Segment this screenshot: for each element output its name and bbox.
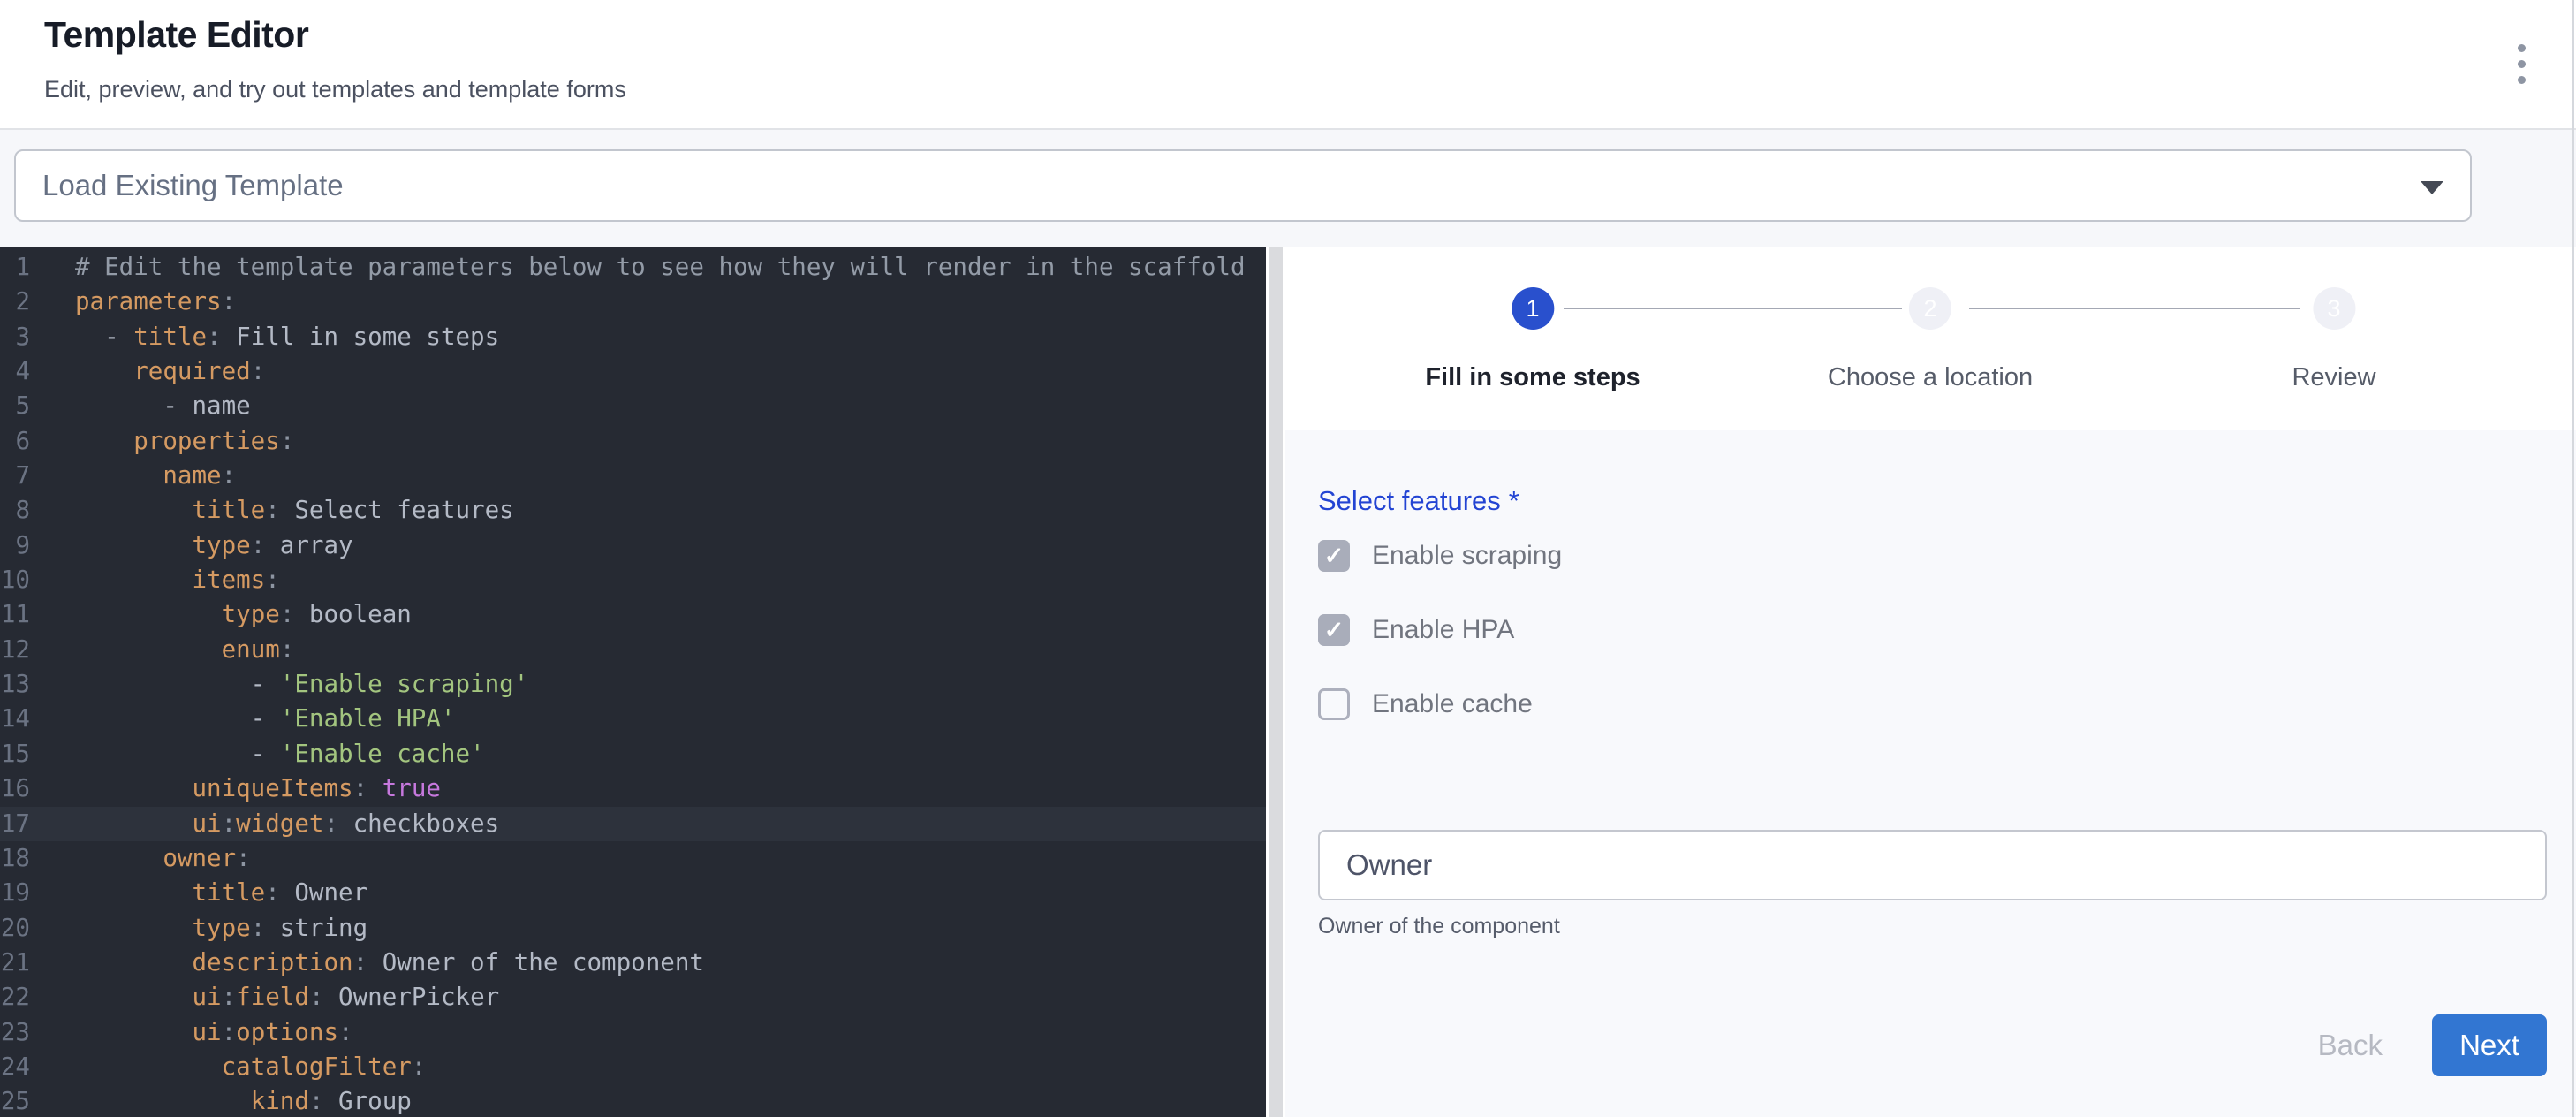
code-line: 25 kind: Group (0, 1084, 1266, 1117)
code-line: 3 - title: Fill in some steps (0, 320, 1266, 354)
stepper-step: 3 Review (2292, 287, 2375, 392)
line-number: 24 (0, 1050, 30, 1084)
line-number: 25 (0, 1084, 30, 1117)
code-line: 23 ui:options: (0, 1015, 1266, 1050)
next-button[interactable]: Next (2432, 1014, 2547, 1076)
step-number-badge: 3 (2313, 287, 2355, 330)
code-line: 15 - 'Enable cache' (0, 737, 1266, 771)
form-panel: Select features* ✓ Enable scraping ✓ Enable… (1285, 430, 2576, 1117)
line-number: 13 (0, 667, 30, 702)
line-number: 17 (0, 807, 30, 841)
template-loader-bar: Load Existing Template (0, 130, 2576, 247)
wizard-stepper: 1 Fill in some steps 2 Choose a location 3 Re… (1285, 247, 2576, 430)
code-line: 1# Edit the template parameters below to… (0, 250, 1266, 285)
checkbox-row[interactable]: Enable cache (1318, 688, 2547, 720)
line-number: 10 (0, 563, 30, 597)
code-line: 16 uniqueItems: true (0, 771, 1266, 806)
code-line: 6 properties: (0, 424, 1266, 459)
code-line: 17 ui:widget: checkboxes (0, 807, 1266, 841)
line-number: 7 (0, 459, 30, 493)
line-number: 12 (0, 633, 30, 667)
line-number: 21 (0, 946, 30, 980)
code-line: 24 catalogFilter: (0, 1050, 1266, 1084)
line-number: 23 (0, 1015, 30, 1050)
split-resize-handle[interactable] (1269, 247, 1283, 1117)
line-number: 9 (0, 528, 30, 563)
step-label: Fill in some steps (1425, 363, 1640, 392)
code-line: 7 name: (0, 459, 1266, 493)
owner-input[interactable]: Owner (1318, 830, 2547, 900)
code-line: 4 required: (0, 354, 1266, 389)
load-template-placeholder: Load Existing Template (16, 169, 344, 202)
page-subtitle: Edit, preview, and try out templates and… (44, 76, 626, 103)
checkbox-unchecked[interactable] (1318, 688, 1350, 720)
line-number: 22 (0, 980, 30, 1014)
owner-input-label: Owner (1320, 848, 1432, 882)
line-number: 8 (0, 493, 30, 528)
required-marker: * (1509, 485, 1519, 516)
code-line: 14 - 'Enable HPA' (0, 702, 1266, 736)
checkbox-label[interactable]: Enable HPA (1372, 615, 1514, 645)
stepper-step: 2 Choose a location (1828, 287, 2033, 392)
back-button[interactable]: Back (2304, 1020, 2397, 1071)
step-number-badge: 1 (1512, 287, 1554, 330)
load-template-select[interactable]: Load Existing Template (14, 149, 2472, 222)
code-line: 2parameters: (0, 285, 1266, 319)
line-number: 5 (0, 389, 30, 423)
checkbox-checked[interactable]: ✓ (1318, 540, 1350, 572)
line-number: 6 (0, 424, 30, 459)
code-line: 21 description: Owner of the component (0, 946, 1266, 980)
code-line: 9 type: array (0, 528, 1266, 563)
checkbox-group: ✓ Enable scraping ✓ Enable HPA Enable cache (1318, 540, 2547, 763)
checkbox-label[interactable]: Enable cache (1372, 689, 1533, 719)
line-number: 19 (0, 876, 30, 910)
checkbox-checked[interactable]: ✓ (1318, 614, 1350, 646)
code-line: 12 enum: (0, 633, 1266, 667)
stepper-step: 1 Fill in some steps (1425, 287, 1640, 392)
code-line: 10 items: (0, 563, 1266, 597)
code-line: 11 type: boolean (0, 597, 1266, 632)
kebab-menu-icon[interactable] (2500, 42, 2542, 85)
checkbox-row[interactable]: ✓ Enable HPA (1318, 614, 2547, 646)
code-line: 19 title: Owner (0, 876, 1266, 910)
code-line: 18 owner: (0, 841, 1266, 876)
code-editor[interactable]: 1# Edit the template parameters below to… (0, 247, 1266, 1117)
line-number: 1 (0, 250, 30, 285)
code-line: 22 ui:field: OwnerPicker (0, 980, 1266, 1014)
code-line: 13 - 'Enable scraping' (0, 667, 1266, 702)
checkbox-row[interactable]: ✓ Enable scraping (1318, 540, 2547, 572)
step-label: Choose a location (1828, 363, 2033, 392)
line-number: 11 (0, 597, 30, 632)
line-number: 18 (0, 841, 30, 876)
code-line: 8 title: Select features (0, 493, 1266, 528)
line-number: 3 (0, 320, 30, 354)
page-header: Template Editor Edit, preview, and try o… (0, 0, 2576, 130)
checkbox-label[interactable]: Enable scraping (1372, 541, 1562, 571)
page-title: Template Editor (44, 14, 308, 56)
step-label: Review (2292, 363, 2375, 392)
line-number: 20 (0, 911, 30, 946)
step-number-badge: 2 (1909, 287, 1951, 330)
code-line: 5 - name (0, 389, 1266, 423)
line-number: 16 (0, 771, 30, 806)
page-right-border (2572, 0, 2574, 1117)
line-number: 15 (0, 737, 30, 771)
line-number: 14 (0, 702, 30, 736)
preview-panel: 1 Fill in some steps 2 Choose a location 3 Re… (1285, 247, 2576, 1117)
wizard-actions: Back Next (1318, 1014, 2547, 1117)
dropdown-caret-icon (2421, 181, 2443, 194)
code-line: 20 type: string (0, 911, 1266, 946)
field-group-label: Select features* (1318, 485, 2547, 517)
line-number: 2 (0, 285, 30, 319)
owner-helper-text: Owner of the component (1318, 914, 2547, 939)
line-number: 4 (0, 354, 30, 389)
